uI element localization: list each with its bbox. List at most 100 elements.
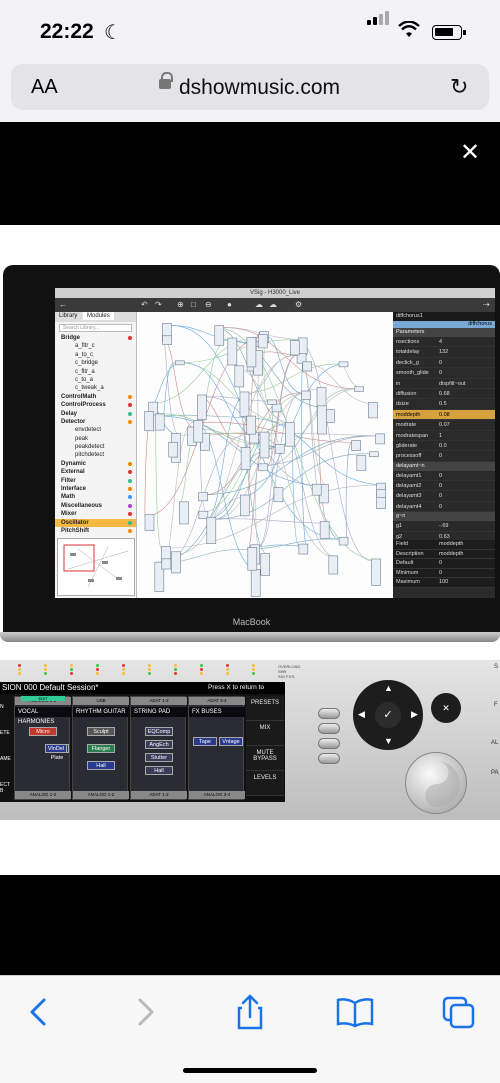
- param-value[interactable]: 0.0: [439, 441, 447, 451]
- tab-library[interactable]: Library: [55, 312, 81, 320]
- effect-block[interactable]: Stutter: [145, 753, 173, 762]
- library-item[interactable]: c_fltr_a: [55, 368, 136, 376]
- param-row[interactable]: diffusion 0.68: [393, 389, 495, 400]
- module-node[interactable]: [325, 409, 335, 423]
- param-row[interactable]: nsections 4: [393, 337, 495, 348]
- library-item[interactable]: Bridge: [55, 334, 136, 342]
- library-item[interactable]: Delay: [55, 410, 136, 418]
- soft-button-2[interactable]: [318, 723, 340, 734]
- module-node[interactable]: [376, 489, 387, 498]
- left-menu-item[interactable]: ETE: [0, 722, 14, 748]
- param-row[interactable]: processoff 0: [393, 451, 495, 462]
- effect-block[interactable]: EQComp: [145, 727, 173, 736]
- param-row[interactable]: declick_g 0: [393, 358, 495, 369]
- module-node[interactable]: [246, 337, 257, 368]
- close-icon[interactable]: ✕: [460, 138, 480, 167]
- library-item[interactable]: ControlProcess: [55, 401, 136, 409]
- side-menu-item[interactable]: MIX: [246, 721, 284, 746]
- module-node[interactable]: [246, 415, 257, 435]
- effect-block[interactable]: Micro: [29, 727, 57, 736]
- param-value[interactable]: 0.5: [439, 399, 447, 409]
- check-icon[interactable]: ✓: [375, 702, 401, 728]
- library-item[interactable]: Dynamic: [55, 460, 136, 468]
- module-node[interactable]: [302, 361, 313, 372]
- library-item[interactable]: c_to_a: [55, 376, 136, 384]
- module-node[interactable]: [317, 405, 327, 435]
- library-item[interactable]: Math: [55, 493, 136, 501]
- param-row[interactable]: delayamt1 0: [393, 471, 495, 482]
- signal-graph-canvas[interactable]: [137, 312, 393, 598]
- down-arrow-icon[interactable]: ▼: [384, 736, 393, 746]
- library-item[interactable]: peak: [55, 435, 136, 443]
- module-node[interactable]: [250, 569, 261, 597]
- left-menu-item[interactable]: ECT B: [0, 774, 14, 800]
- library-item[interactable]: External: [55, 468, 136, 476]
- module-node[interactable]: [267, 399, 277, 405]
- module-node[interactable]: [234, 365, 245, 388]
- module-node[interactable]: [285, 422, 295, 447]
- param-value[interactable]: 0.07: [439, 420, 450, 430]
- library-item[interactable]: PitchShift: [55, 527, 136, 535]
- tabs-icon[interactable]: [440, 994, 480, 1030]
- module-node[interactable]: [371, 558, 381, 586]
- param-value[interactable]: -.69: [439, 521, 448, 531]
- module-node[interactable]: [274, 444, 285, 454]
- library-item[interactable]: a_fltr_c: [55, 342, 136, 350]
- library-item[interactable]: Oscillator: [55, 518, 136, 527]
- module-node[interactable]: [368, 402, 378, 419]
- param-value[interactable]: 0: [439, 471, 442, 481]
- signal-lane[interactable]: ADAT 1-2 STRING PAD ADAT 1-2 EQComp AngEch St…: [130, 696, 187, 800]
- module-node[interactable]: [162, 335, 172, 345]
- module-node[interactable]: [369, 451, 379, 457]
- module-node[interactable]: [301, 390, 311, 400]
- fit-icon[interactable]: □: [191, 300, 196, 309]
- color-icon[interactable]: ●: [227, 300, 232, 309]
- undo-icon[interactable]: ↶: [141, 300, 148, 309]
- param-row[interactable]: g1 -.69: [393, 521, 495, 532]
- group-g[interactable]: g~n: [393, 512, 495, 522]
- effect-block[interactable]: Vntage: [219, 737, 243, 746]
- module-node[interactable]: [193, 420, 204, 443]
- side-menu-item[interactable]: LEVELS: [246, 771, 284, 796]
- up-arrow-icon[interactable]: ▲: [384, 683, 393, 693]
- effect-block[interactable]: AngEch: [145, 740, 173, 749]
- soft-button-4[interactable]: [318, 753, 340, 764]
- module-node[interactable]: [214, 325, 225, 346]
- module-node[interactable]: [227, 337, 238, 366]
- back-icon[interactable]: [22, 994, 62, 1030]
- left-menu-item[interactable]: AME: [0, 748, 14, 774]
- url-text[interactable]: dshowmusic.com: [179, 76, 340, 100]
- signal-lane[interactable]: ANALOG 1-2VOCAL HARMONIESANALOG 1-2EDITM…: [14, 696, 71, 800]
- param-value[interactable]: 0: [439, 451, 442, 461]
- left-menu-item[interactable]: N: [0, 696, 14, 722]
- param-value[interactable]: 1: [439, 431, 442, 441]
- param-value[interactable]: 0: [439, 502, 442, 512]
- module-node[interactable]: [356, 455, 367, 471]
- group-delayamt[interactable]: delayamt~n: [393, 461, 495, 471]
- right-arrow-icon[interactable]: ▶: [411, 709, 418, 720]
- share-icon[interactable]: [230, 994, 270, 1030]
- library-search-input[interactable]: Search Library...: [59, 324, 132, 332]
- param-row[interactable]: moddepth 0.08: [393, 409, 495, 421]
- effect-block[interactable]: Hall: [145, 766, 173, 775]
- param-row[interactable]: in dispfilt~out: [393, 379, 495, 389]
- param-value[interactable]: 0: [439, 358, 442, 368]
- library-item[interactable]: Detector: [55, 418, 136, 426]
- module-node[interactable]: [206, 517, 217, 544]
- library-item[interactable]: c_tweak_a: [55, 384, 136, 392]
- effect-block[interactable]: Tape: [193, 737, 217, 746]
- param-value[interactable]: 0.68: [439, 389, 450, 399]
- zoom-out-icon[interactable]: ⊖: [205, 300, 212, 309]
- module-node[interactable]: [298, 543, 309, 555]
- back-icon[interactable]: ←: [59, 300, 67, 309]
- module-node[interactable]: [239, 391, 250, 417]
- module-node[interactable]: [197, 394, 207, 420]
- group-parameters[interactable]: Parameters: [393, 328, 495, 337]
- param-row[interactable]: modrate 0.07: [393, 420, 495, 431]
- module-node[interactable]: [198, 492, 208, 502]
- module-node[interactable]: [375, 433, 385, 445]
- library-item[interactable]: envdetect: [55, 426, 136, 434]
- param-value[interactable]: 0: [439, 481, 442, 491]
- module-node[interactable]: [319, 521, 330, 539]
- side-menu-item[interactable]: MUTE BYPASS: [246, 746, 284, 771]
